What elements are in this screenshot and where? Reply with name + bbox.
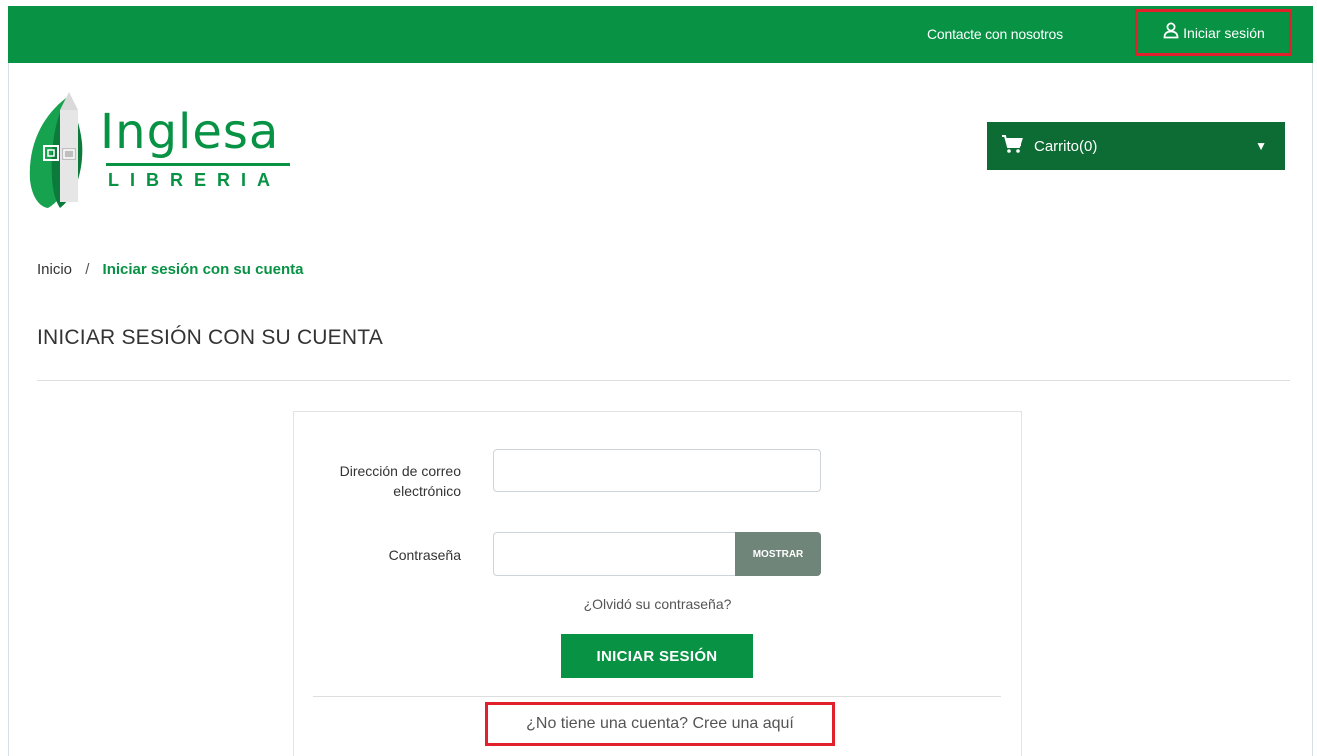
email-label: Dirección de correo electrónico [339, 463, 461, 499]
big-ben-leaf-icon [29, 92, 83, 208]
logo-brand-text: Inglesa [100, 104, 280, 160]
create-account-link[interactable]: ¿No tiene una cuenta? Cree una aquí [485, 702, 835, 746]
title-divider [37, 380, 1290, 381]
cart-icon [1001, 134, 1023, 159]
email-field[interactable] [493, 449, 821, 492]
page-title: INICIAR SESIÓN CON SU CUENTA [37, 326, 383, 349]
logo-underline [106, 163, 290, 166]
logo-subtitle: LIBRERIA [108, 170, 281, 190]
chevron-down-icon: ▼ [1255, 139, 1267, 153]
breadcrumb-home[interactable]: Inicio [37, 261, 72, 278]
top-bar: Contacte con nosotros Iniciar sesión [8, 6, 1313, 63]
cart-label: Carrito(0) [1034, 137, 1098, 155]
password-label: Contraseña [388, 547, 461, 563]
login-submit-button[interactable]: INICIAR SESIÓN [561, 634, 753, 678]
store-logo[interactable]: Inglesa LIBRERIA [26, 88, 301, 210]
form-divider [313, 696, 1001, 697]
user-icon [1162, 21, 1180, 44]
breadcrumb-current: Iniciar sesión con su cuenta [102, 261, 304, 278]
breadcrumb: Inicio / Iniciar sesión con su cuenta [37, 261, 303, 278]
password-field[interactable] [493, 532, 737, 576]
login-link[interactable]: Iniciar sesión [1135, 9, 1292, 56]
login-label: Iniciar sesión [1183, 24, 1265, 41]
contact-link[interactable]: Contacte con nosotros [927, 26, 1063, 42]
forgot-password-link: ¿Olvidó su contraseña? [583, 596, 732, 612]
cart-dropdown[interactable]: Carrito(0) ▼ [987, 122, 1285, 170]
breadcrumb-separator: / [85, 261, 90, 278]
show-password-button[interactable]: MOSTRAR [735, 532, 821, 576]
